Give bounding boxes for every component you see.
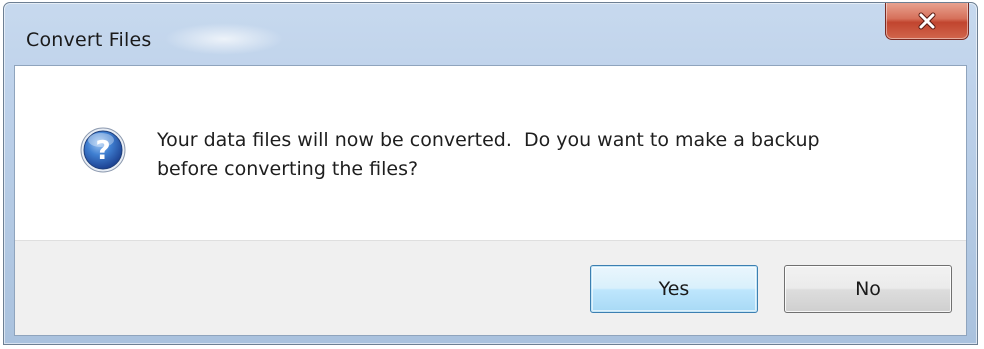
message-line-2: before converting the files? [157, 158, 419, 180]
message-area: ? Your data files will now be converted.… [15, 66, 966, 240]
no-button[interactable]: No [784, 265, 952, 313]
message-line-1: Your data files will now be converted. D… [157, 129, 820, 151]
dialog-content: ? Your data files will now be converted.… [14, 65, 967, 336]
svg-text:?: ? [95, 136, 110, 166]
button-bar: Yes No [15, 240, 966, 335]
window-title: Convert Files [26, 29, 152, 51]
close-button[interactable] [885, 3, 969, 40]
title-glow [164, 23, 284, 55]
question-icon: ? [79, 126, 127, 174]
dialog-window: Convert Files ? Your data files will now… [3, 2, 978, 345]
dialog-message: Your data files will now be converted. D… [157, 126, 937, 184]
yes-button[interactable]: Yes [590, 265, 758, 313]
close-icon [916, 12, 938, 30]
title-bar[interactable]: Convert Files [4, 3, 977, 65]
